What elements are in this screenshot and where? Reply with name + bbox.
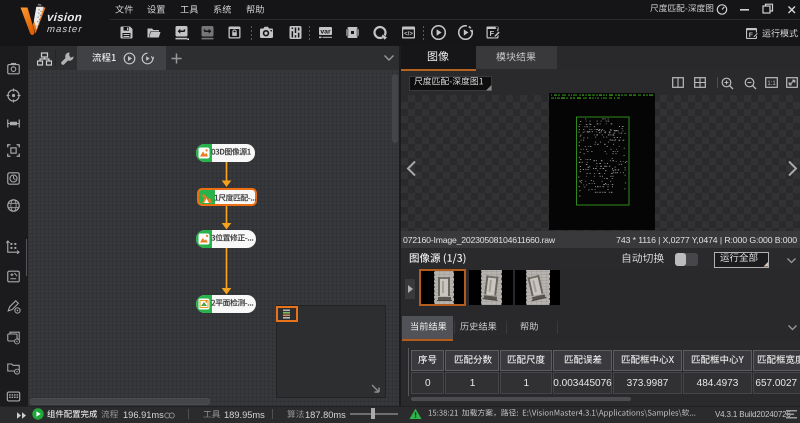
svg-text:</>: </> — [404, 32, 413, 38]
svg-text:1:1: 1:1 — [767, 81, 776, 87]
svg-text:var: var — [320, 29, 331, 36]
svg-text:F: F — [749, 32, 753, 39]
